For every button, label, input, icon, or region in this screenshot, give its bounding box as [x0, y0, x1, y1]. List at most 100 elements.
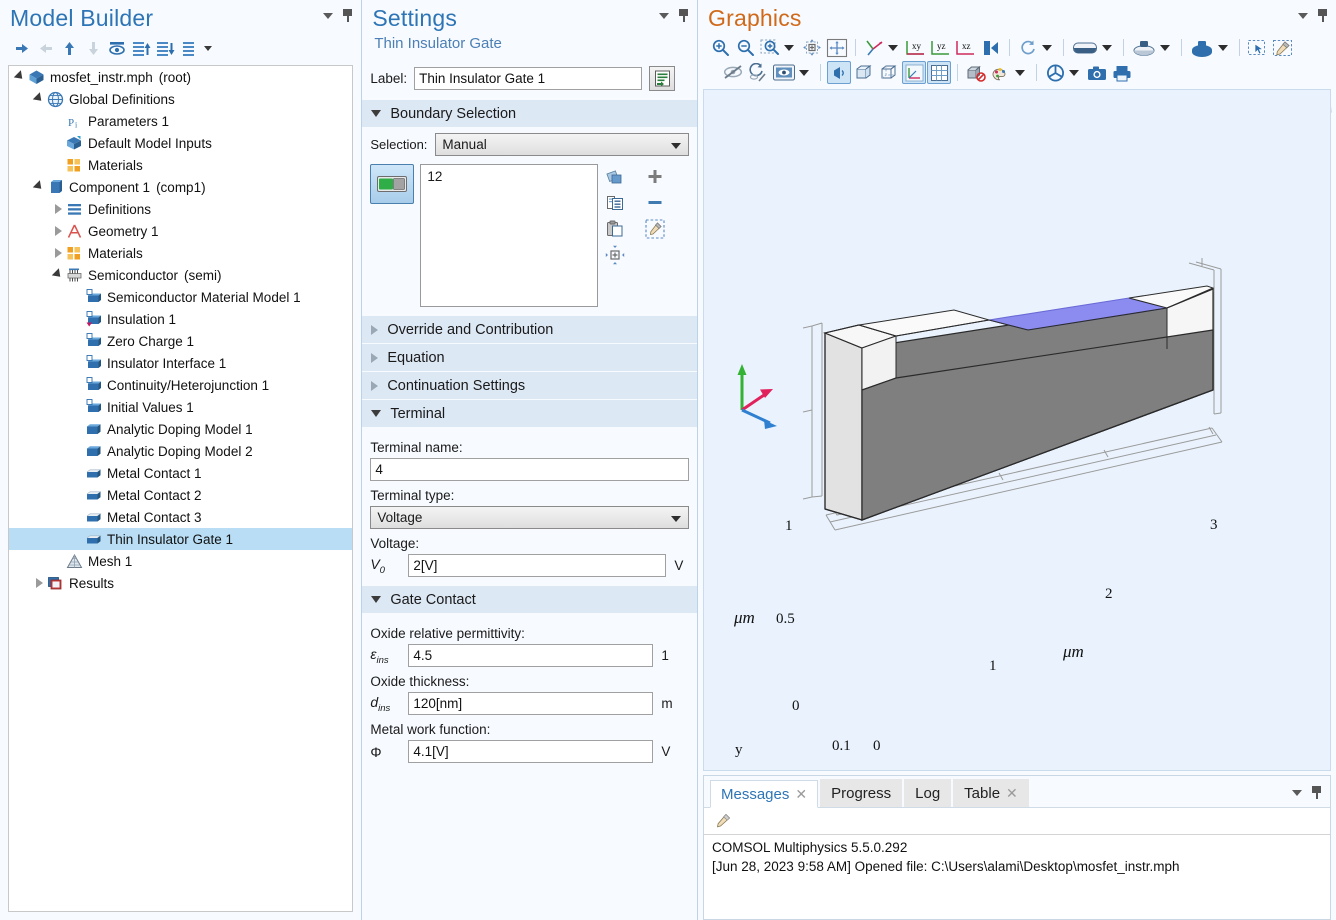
tab-log[interactable]: Log [904, 779, 951, 807]
go-to-yz-view-icon[interactable]: yz [929, 36, 953, 59]
reset-hiding-icon[interactable] [746, 61, 770, 84]
copy-selection-icon[interactable] [604, 192, 626, 214]
show-axis-orientation-icon[interactable] [902, 61, 926, 84]
show-grid-icon[interactable] [927, 61, 951, 84]
tree-node-analytic-doping-model-1[interactable]: Analytic Doping Model 1 [9, 418, 352, 440]
selection-list-item[interactable]: 12 [427, 169, 591, 184]
zoom-extents-icon[interactable] [800, 36, 824, 59]
tree-expand-caret-icon[interactable] [32, 92, 46, 106]
zoom-to-selection-icon[interactable] [604, 244, 626, 266]
zoom-in-icon[interactable] [708, 36, 732, 59]
messages-menu-caret-icon[interactable] [1292, 790, 1302, 796]
tree-node-insulation-1[interactable]: Insulation 1 [9, 308, 352, 330]
reset-hiding-icon[interactable] [1271, 36, 1295, 59]
clear-selection-icon[interactable] [644, 218, 666, 240]
tree-node-initial-values-1[interactable]: Initial Values 1 [9, 396, 352, 418]
scene-settings-icon[interactable] [1043, 61, 1067, 84]
active-selection-toggle-button[interactable] [370, 164, 414, 204]
go-to-xy-view-icon[interactable]: xy [904, 36, 928, 59]
zoom-dropdown-caret-icon[interactable] [784, 45, 794, 51]
messages-text[interactable]: COMSOL Multiphysics 5.5.0.292[Jun 28, 20… [704, 834, 1330, 919]
transparency-icon[interactable] [964, 61, 988, 84]
go-to-default-view-icon[interactable] [862, 36, 886, 59]
terminal-type-dropdown[interactable]: Voltage [370, 506, 689, 529]
create-selection-icon[interactable] [604, 166, 626, 188]
go-back-icon[interactable] [10, 37, 32, 59]
graphics-pin-icon[interactable] [1317, 9, 1328, 22]
tree-expand-caret-icon[interactable] [13, 70, 27, 84]
color-legend-caret-icon[interactable] [1015, 70, 1025, 76]
node-options-caret-icon[interactable] [204, 46, 212, 51]
model-builder-pin-icon[interactable] [342, 9, 353, 22]
permittivity-input[interactable] [408, 644, 653, 667]
tree-node-geometry-1[interactable]: Geometry 1 [9, 220, 352, 242]
section-equation[interactable]: Equation [362, 343, 697, 371]
rotate-dropdown-caret-icon[interactable] [1042, 45, 1052, 51]
selection-list[interactable]: 12 [420, 164, 598, 307]
section-gate-contact[interactable]: Gate Contact [362, 585, 697, 613]
tree-node-parameters-1[interactable]: PiParameters 1 [9, 110, 352, 132]
tree-node-default-model-inputs[interactable]: Default Model Inputs [9, 132, 352, 154]
model-builder-menu-caret-icon[interactable] [323, 13, 333, 19]
tree-expand-caret-icon[interactable] [51, 268, 65, 282]
tree-node-thin-insulator-gate-1[interactable]: Thin Insulator Gate 1 [9, 528, 352, 550]
tree-node-component-1[interactable]: Component 1(comp1) [9, 176, 352, 198]
section-continuation-settings[interactable]: Continuation Settings [362, 371, 697, 399]
select-all-caret-icon[interactable] [1218, 45, 1228, 51]
tree-node-semiconductor-material-model-1[interactable]: Semiconductor Material Model 1 [9, 286, 352, 308]
tree-node-continuity-heterojunction-1[interactable]: Continuity/Heterojunction 1 [9, 374, 352, 396]
select-box-caret-icon[interactable] [1160, 45, 1170, 51]
tree-collapse-caret-icon[interactable] [51, 224, 65, 238]
tree-node-materials[interactable]: Materials [9, 154, 352, 176]
close-icon[interactable]: ✕ [1006, 787, 1018, 799]
zoom-to-selection-icon[interactable] [825, 36, 849, 59]
terminal-name-input[interactable] [370, 458, 689, 481]
scene-light-icon[interactable] [1070, 36, 1100, 59]
label-toggle-description-icon[interactable] [649, 66, 675, 91]
select-all-icon[interactable] [1188, 36, 1216, 59]
zoom-out-icon[interactable] [733, 36, 757, 59]
show-hide-icon[interactable] [106, 37, 128, 59]
tree-expand-caret-icon[interactable] [32, 180, 46, 194]
tree-collapse-caret-icon[interactable] [51, 202, 65, 216]
settings-menu-caret-icon[interactable] [659, 13, 669, 19]
show-directional-light-icon[interactable] [827, 61, 851, 84]
move-down-icon[interactable] [82, 37, 104, 59]
tree-node-global-definitions[interactable]: Global Definitions [9, 88, 352, 110]
tree-node-results[interactable]: Results [9, 572, 352, 594]
tree-collapse-caret-icon[interactable] [51, 246, 65, 260]
graphics-menu-caret-icon[interactable] [1298, 13, 1308, 19]
move-up-icon[interactable] [58, 37, 80, 59]
zoom-box-icon[interactable] [758, 36, 782, 59]
print-icon[interactable] [1110, 61, 1134, 84]
show-skeleton-icon[interactable] [877, 61, 901, 84]
tree-node-definitions[interactable]: Definitions [9, 198, 352, 220]
node-options-icon[interactable] [178, 37, 200, 59]
view-hidden-caret-icon[interactable] [799, 70, 809, 76]
click-and-hide-icon[interactable] [1246, 36, 1270, 59]
tree-node-mosfet-instr-mph[interactable]: mosfet_instr.mph(root) [9, 66, 352, 88]
tab-messages[interactable]: Messages✕ [710, 780, 818, 808]
collapse-all-icon[interactable] [130, 37, 152, 59]
tree-collapse-caret-icon[interactable] [32, 576, 46, 590]
view-hidden-icon[interactable] [771, 61, 797, 84]
tree-node-insulator-interface-1[interactable]: Insulator Interface 1 [9, 352, 352, 374]
show-bounding-box-icon[interactable] [852, 61, 876, 84]
scene-settings-caret-icon[interactable] [1069, 70, 1079, 76]
workfunction-input[interactable] [408, 740, 653, 763]
view-dropdown-caret-icon[interactable] [888, 45, 898, 51]
rotate-view-icon[interactable] [1016, 36, 1040, 59]
selection-dropdown[interactable]: Manual [435, 133, 689, 156]
flip-view-icon[interactable] [979, 36, 1003, 59]
tree-node-semiconductor[interactable]: Semiconductor(semi) [9, 264, 352, 286]
hide-geometry-icon[interactable] [721, 61, 745, 84]
go-forward-icon[interactable] [34, 37, 56, 59]
tree-node-metal-contact-2[interactable]: Metal Contact 2 [9, 484, 352, 506]
tree-node-metal-contact-3[interactable]: Metal Contact 3 [9, 506, 352, 528]
section-override-and-contribution[interactable]: Override and Contribution [362, 315, 697, 343]
tree-node-mesh-1[interactable]: Mesh 1 [9, 550, 352, 572]
label-input[interactable] [414, 67, 642, 90]
scene-light-caret-icon[interactable] [1102, 45, 1112, 51]
settings-pin-icon[interactable] [678, 9, 689, 22]
remove-from-selection-icon[interactable] [644, 192, 666, 214]
